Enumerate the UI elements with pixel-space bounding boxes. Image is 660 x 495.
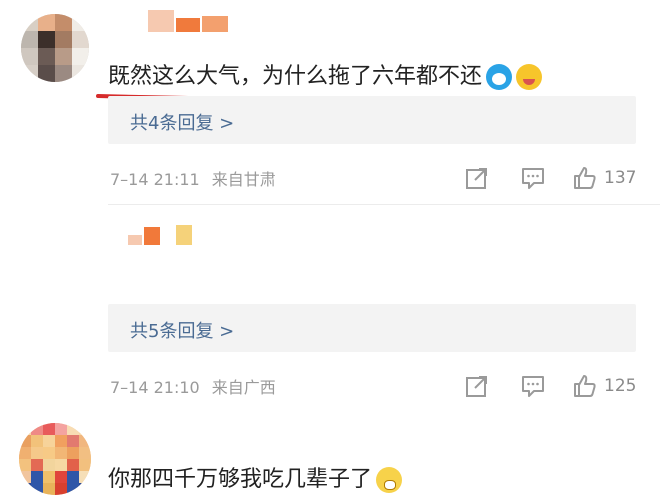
- view-replies-link[interactable]: 共5条回复 >: [130, 317, 234, 343]
- avatar[interactable]: [21, 14, 89, 82]
- share-icon: [466, 168, 487, 189]
- comment-text: 你那四千万够我吃几辈子了: [108, 461, 403, 493]
- share-button[interactable]: [464, 165, 490, 191]
- share-button[interactable]: [464, 373, 490, 399]
- like-button[interactable]: 125: [572, 373, 636, 399]
- replies-box: 共5条回复 >: [108, 304, 636, 352]
- comment-meta: 7–14 21:11 来自甘肃: [110, 166, 276, 190]
- avatar[interactable]: [19, 423, 91, 495]
- comment-button[interactable]: [520, 165, 546, 191]
- like-count: 125: [604, 376, 637, 396]
- smirk-emoji-icon: [516, 64, 543, 90]
- like-count: 137: [604, 168, 637, 188]
- username-obscured[interactable]: [148, 10, 228, 32]
- like-icon: [574, 375, 596, 397]
- comment-meta: 7–14 21:10 来自广西: [110, 374, 276, 398]
- share-icon: [466, 376, 487, 397]
- comment-icon: [522, 376, 544, 397]
- location: 来自广西: [211, 378, 276, 397]
- username-obscured[interactable]: [128, 225, 194, 247]
- like-button[interactable]: 137: [572, 165, 636, 191]
- replies-box: 共4条回复 >: [108, 96, 636, 144]
- timestamp: 7–14 21:11: [110, 170, 200, 189]
- comment-item: 你那四千万够我吃几辈子了 共5条回复 > 7–14 21:10 来自广西 125: [0, 205, 660, 495]
- like-icon: [574, 167, 596, 189]
- doraemon-emoji-icon: [486, 64, 513, 90]
- comment-icon: [522, 168, 544, 189]
- crying-emoji-icon: [376, 467, 403, 493]
- comment-text: 既然这么大气，为什么拖了六年都不还: [108, 58, 543, 90]
- comment-item: 既然这么大气，为什么拖了六年都不还 共4条回复 > 7–14 21:11 来自甘肃…: [0, 0, 660, 204]
- comment-button[interactable]: [520, 373, 546, 399]
- timestamp: 7–14 21:10: [110, 378, 200, 397]
- location: 来自甘肃: [211, 170, 276, 189]
- view-replies-link[interactable]: 共4条回复 >: [130, 109, 234, 135]
